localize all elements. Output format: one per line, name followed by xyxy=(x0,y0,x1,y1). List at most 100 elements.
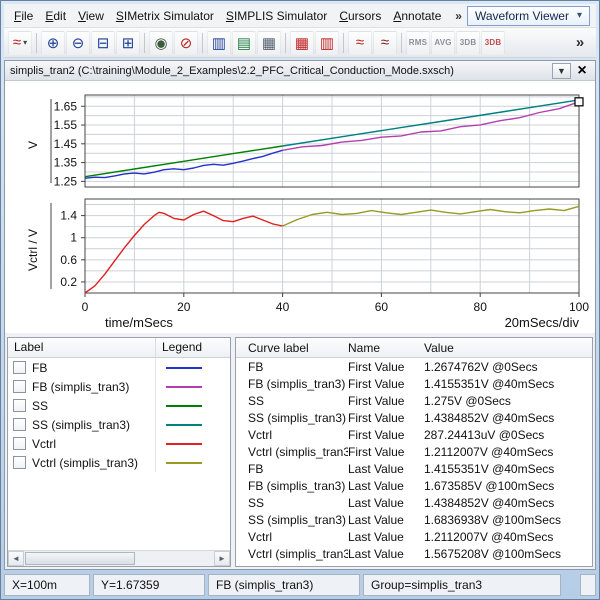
menu-cursors[interactable]: Cursors xyxy=(333,6,387,26)
curve-visibility-checkbox[interactable] xyxy=(13,418,26,431)
scrollbar-thumb[interactable] xyxy=(25,552,135,565)
curve-visibility-checkbox[interactable] xyxy=(13,380,26,393)
measurement-curve: SS (simplis_tran3) xyxy=(236,513,348,527)
measurement-row[interactable]: FB (simplis_tran3)Last Value1.673585V @1… xyxy=(236,477,592,494)
curve-visibility-checkbox[interactable] xyxy=(13,456,26,469)
menu-simetrix-simulator[interactable]: SIMetrix Simulator xyxy=(110,6,220,26)
legend-row[interactable]: Vctrl (simplis_tran3) xyxy=(8,453,230,472)
measurement-name: First Value xyxy=(348,360,424,374)
measurement-value: 1.5675208V @100mSecs xyxy=(424,547,592,561)
db3-high-button[interactable]: 3DB xyxy=(481,31,505,55)
close-icon: × xyxy=(577,62,586,80)
waveform-viewer-select[interactable]: Waveform Viewer ▾ xyxy=(467,6,590,26)
measurement-name: Last Value xyxy=(348,513,424,527)
db3-low-button[interactable]: 3DB xyxy=(456,31,480,55)
measurement-row[interactable]: VctrlFirst Value287.24413uV @0Secs xyxy=(236,426,592,443)
zoom-area-button[interactable]: ⊟ xyxy=(91,31,115,55)
measurement-name: First Value xyxy=(348,445,424,459)
measurement-row[interactable]: Vctrl (simplis_tran3)First Value1.211200… xyxy=(236,443,592,460)
avg-button[interactable]: AVG xyxy=(431,31,455,55)
svg-text:40: 40 xyxy=(276,300,290,314)
curve-label: FB (simplis_tran3) xyxy=(32,380,129,394)
measure-curve-alt-button-icon: ≈ xyxy=(381,34,389,51)
curve-visibility-checkbox[interactable] xyxy=(13,399,26,412)
menu-file[interactable]: File xyxy=(8,6,39,26)
svg-text:80: 80 xyxy=(474,300,488,314)
new-grid-button[interactable]: ▤ xyxy=(232,31,256,55)
menu-annotate[interactable]: Annotate xyxy=(387,6,447,26)
measurement-curve: FB (simplis_tran3) xyxy=(236,479,348,493)
cursor-grid-alt-button[interactable]: ▥ xyxy=(315,31,339,55)
measurement-row[interactable]: FBFirst Value1.2674762V @0Secs xyxy=(236,358,592,375)
header-value[interactable]: Value xyxy=(424,341,592,355)
curve-visibility-checkbox[interactable] xyxy=(13,361,26,374)
legend-row[interactable]: Vctrl xyxy=(8,434,230,453)
measurement-name: First Value xyxy=(348,394,424,408)
cursor-grid-button-icon: ▦ xyxy=(295,34,309,52)
waveform-window: simplis_tran2 (C:\training\Module_2_Exam… xyxy=(4,60,596,570)
doc-titlebar: simplis_tran2 (C:\training\Module_2_Exam… xyxy=(5,61,595,81)
legend-hscrollbar[interactable]: ◄ ► xyxy=(8,550,230,566)
measurement-curve: Vctrl (simplis_tran3) xyxy=(236,445,348,459)
legend-row[interactable]: FB (simplis_tran3) xyxy=(8,377,230,396)
measurement-curve: Vctrl xyxy=(236,428,348,442)
header-name[interactable]: Name xyxy=(348,341,424,355)
menu-edit[interactable]: Edit xyxy=(39,6,72,26)
scroll-left-button[interactable]: ◄ xyxy=(8,551,24,566)
scrollbar-track[interactable] xyxy=(24,551,214,566)
curve-visibility-checkbox[interactable] xyxy=(13,437,26,450)
measurement-curve: FB xyxy=(236,360,348,374)
doc-menu-button[interactable]: ▼ xyxy=(552,63,571,79)
curve-label: Vctrl (simplis_tran3) xyxy=(32,456,138,470)
zoom-area-button-icon: ⊟ xyxy=(97,34,110,52)
zoom-in-button[interactable]: ⊕ xyxy=(41,31,65,55)
measurement-row[interactable]: SSLast Value1.4384852V @40mSecs xyxy=(236,494,592,511)
status-y-readout: Y=1.67359 xyxy=(93,574,205,596)
stack-curves-button-icon: ▦ xyxy=(262,34,276,52)
menubar: FileEditViewSIMetrix SimulatorSIMPLIS Si… xyxy=(4,4,596,28)
measurement-row[interactable]: SS (simplis_tran3)First Value1.4384852V … xyxy=(236,409,592,426)
zoom-out-button[interactable]: ⊖ xyxy=(66,31,90,55)
show-curve-button-icon: ◉ xyxy=(154,34,167,52)
measurement-curve: SS xyxy=(236,394,348,408)
legend-row[interactable]: SS (simplis_tran3) xyxy=(8,415,230,434)
rms-button-icon: RMS xyxy=(409,38,427,47)
measurement-row[interactable]: SS (simplis_tran3)Last Value1.6836938V @… xyxy=(236,511,592,528)
zoom-fit-button-icon: ⊞ xyxy=(122,34,135,52)
new-axis-button[interactable]: ▥ xyxy=(207,31,231,55)
measurement-value: 1.275V @0Secs xyxy=(424,394,592,408)
db3-low-button-icon: 3DB xyxy=(460,38,477,47)
svg-text:time/mSecs: time/mSecs xyxy=(105,315,173,330)
close-button[interactable]: × xyxy=(574,63,590,79)
toolbar-separator xyxy=(144,33,145,53)
measure-curve-button[interactable]: ≈ xyxy=(348,31,372,55)
rms-button[interactable]: RMS xyxy=(406,31,430,55)
svg-text:1.45: 1.45 xyxy=(54,137,78,151)
toolbar-overflow-button[interactable]: » xyxy=(568,31,592,55)
measurement-row[interactable]: FB (simplis_tran3)First Value1.4155351V … xyxy=(236,375,592,392)
measurement-row[interactable]: Vctrl (simplis_tran3)Last Value1.5675208… xyxy=(236,545,592,562)
menu-view[interactable]: View xyxy=(72,6,110,26)
svg-text:100: 100 xyxy=(569,300,589,314)
stack-curves-button[interactable]: ▦ xyxy=(257,31,281,55)
zoom-fit-button[interactable]: ⊞ xyxy=(116,31,140,55)
cursor-grid-button[interactable]: ▦ xyxy=(290,31,314,55)
legend-row[interactable]: SS xyxy=(8,396,230,415)
show-curve-button[interactable]: ◉ xyxy=(149,31,173,55)
toolbar-separator xyxy=(36,33,37,53)
legend-row[interactable]: FB xyxy=(8,358,230,377)
measure-curve-alt-button[interactable]: ≈ xyxy=(373,31,397,55)
header-curve-label[interactable]: Curve label xyxy=(236,341,348,355)
menu-simplis-simulator[interactable]: SIMPLIS Simulator xyxy=(220,6,333,26)
hide-curve-button[interactable]: ⊘ xyxy=(174,31,198,55)
scroll-right-button[interactable]: ► xyxy=(214,551,230,566)
measurement-row[interactable]: VctrlLast Value1.2112007V @40mSecs xyxy=(236,528,592,545)
legend-column-label[interactable]: Label xyxy=(8,338,156,357)
legend-column-legend[interactable]: Legend xyxy=(156,338,208,357)
measurement-row[interactable]: SSFirst Value1.275V @0Secs xyxy=(236,392,592,409)
chevron-down-icon: ▾ xyxy=(577,10,582,21)
add-curve-dropdown-button[interactable]: ≈▾ xyxy=(8,31,32,55)
waveform-plot[interactable]: 1.251.351.451.551.65V0.20.611.4Vctrl / V… xyxy=(5,81,591,333)
measurement-row[interactable]: FBLast Value1.4155351V @40mSecs xyxy=(236,460,592,477)
menu-overflow-button[interactable]: » xyxy=(450,7,467,25)
